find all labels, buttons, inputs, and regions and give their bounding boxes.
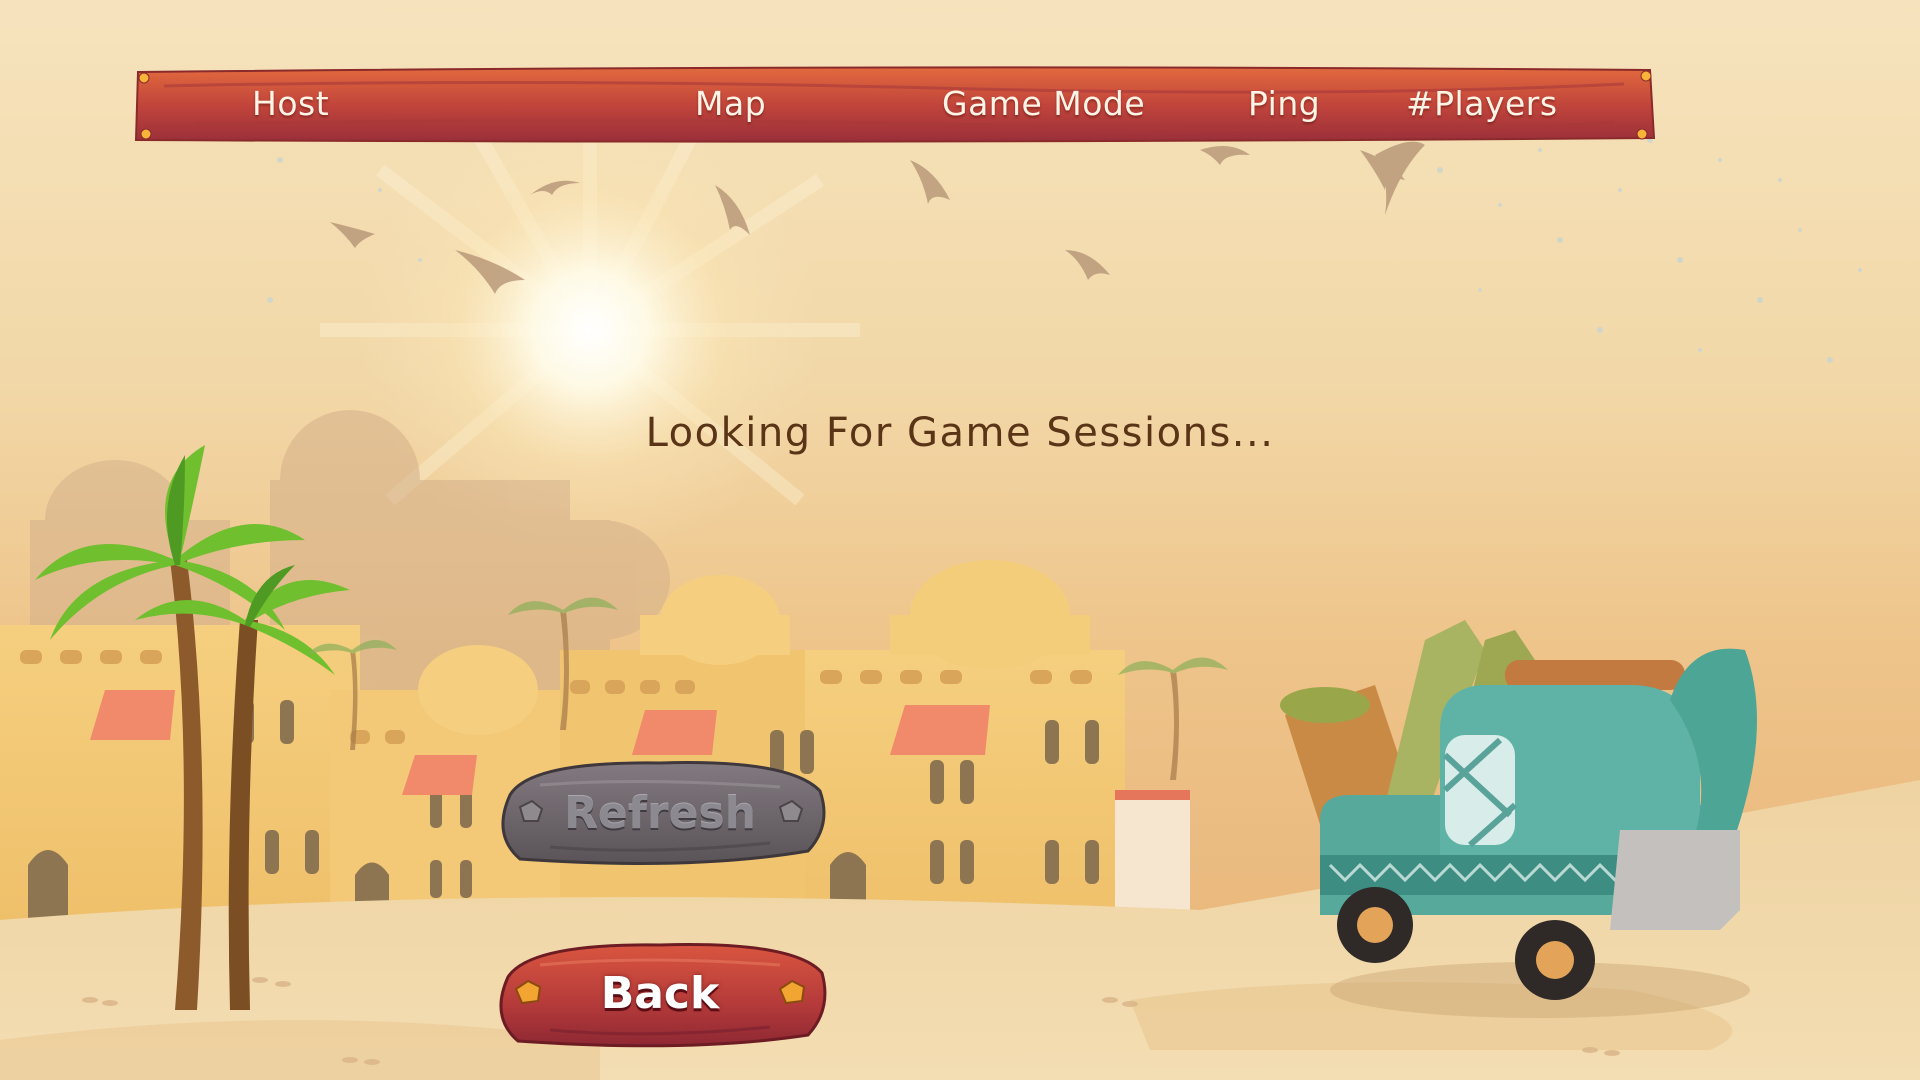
session-list-header: Host Map Game Mode Ping #Players: [134, 66, 1656, 144]
game-screen: Host Map Game Mode Ping #Players Looking…: [0, 0, 1920, 1080]
column-header-host[interactable]: Host: [252, 82, 329, 126]
status-message: Looking For Game Sessions...: [645, 410, 1275, 456]
back-button-label: Back: [600, 968, 720, 1019]
back-button[interactable]: Back: [490, 935, 830, 1053]
column-header-game-mode[interactable]: Game Mode: [942, 82, 1145, 126]
refresh-button-label: Refresh: [564, 788, 756, 839]
desert-town-background: [0, 80, 1920, 1080]
column-header-ping[interactable]: Ping: [1248, 82, 1320, 126]
refresh-button[interactable]: Refresh: [490, 755, 830, 873]
column-header-map[interactable]: Map: [695, 82, 766, 126]
column-header-players[interactable]: #Players: [1406, 82, 1558, 126]
